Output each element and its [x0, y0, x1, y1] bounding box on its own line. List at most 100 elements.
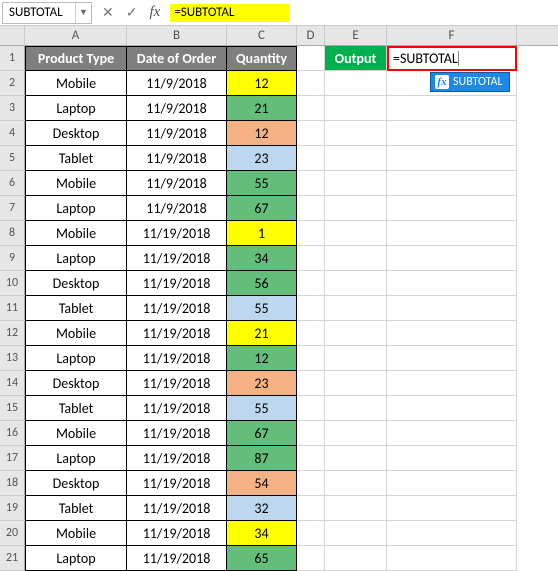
cell[interactable]: [387, 246, 517, 271]
cell[interactable]: [387, 321, 517, 346]
cell-quantity[interactable]: 21: [227, 96, 297, 121]
cell-quantity[interactable]: 55: [227, 296, 297, 321]
cell[interactable]: [297, 396, 325, 421]
cell-product-type[interactable]: Tablet: [25, 396, 127, 421]
cell[interactable]: [325, 446, 387, 471]
row-header[interactable]: 20: [0, 521, 25, 546]
cell-quantity[interactable]: 12: [227, 346, 297, 371]
cell-date-of-order[interactable]: 11/19/2018: [127, 221, 227, 246]
cell-quantity[interactable]: 12: [227, 71, 297, 96]
cell[interactable]: [325, 321, 387, 346]
col-header-F[interactable]: F: [387, 26, 517, 45]
fx-icon[interactable]: fx: [149, 4, 160, 21]
row-header[interactable]: 8: [0, 221, 25, 246]
cell-date-of-order[interactable]: 11/19/2018: [127, 496, 227, 521]
col-header-C[interactable]: C: [227, 26, 297, 45]
cell-product-type[interactable]: Laptop: [25, 346, 127, 371]
row-header[interactable]: 10: [0, 271, 25, 296]
cell[interactable]: [325, 146, 387, 171]
row-header[interactable]: 19: [0, 496, 25, 521]
cell-date-of-order[interactable]: 11/19/2018: [127, 446, 227, 471]
cell-product-type[interactable]: Laptop: [25, 96, 127, 121]
col-header-A[interactable]: A: [25, 26, 127, 45]
header-quantity[interactable]: Quantity: [227, 46, 297, 71]
row-header[interactable]: 4: [0, 121, 25, 146]
row-header[interactable]: 1: [0, 46, 25, 71]
cell[interactable]: [325, 546, 387, 571]
cell[interactable]: [387, 221, 517, 246]
cell-date-of-order[interactable]: 11/19/2018: [127, 421, 227, 446]
active-editing-cell[interactable]: =SUBTOTAL: [387, 46, 517, 71]
cell[interactable]: [325, 371, 387, 396]
cell[interactable]: [297, 121, 325, 146]
cell[interactable]: [387, 171, 517, 196]
cell-quantity[interactable]: 12: [227, 121, 297, 146]
cell-date-of-order[interactable]: 11/9/2018: [127, 146, 227, 171]
cell[interactable]: [325, 221, 387, 246]
cell[interactable]: [297, 221, 325, 246]
cell[interactable]: [325, 346, 387, 371]
header-date-of-order[interactable]: Date of Order: [127, 46, 227, 71]
cell[interactable]: [297, 446, 325, 471]
cell-product-type[interactable]: Tablet: [25, 146, 127, 171]
accept-icon[interactable]: ✓: [126, 4, 138, 21]
cell[interactable]: [297, 146, 325, 171]
row-header[interactable]: 9: [0, 246, 25, 271]
cell-date-of-order[interactable]: 11/19/2018: [127, 371, 227, 396]
cell[interactable]: [325, 521, 387, 546]
cell[interactable]: [297, 421, 325, 446]
cell[interactable]: [297, 371, 325, 396]
row-header[interactable]: 5: [0, 146, 25, 171]
cell[interactable]: [325, 196, 387, 221]
cell-quantity[interactable]: 65: [227, 546, 297, 571]
cell-quantity[interactable]: 87: [227, 446, 297, 471]
cell-quantity[interactable]: 67: [227, 421, 297, 446]
cell-date-of-order[interactable]: 11/9/2018: [127, 121, 227, 146]
cell[interactable]: [297, 96, 325, 121]
cell-product-type[interactable]: Laptop: [25, 546, 127, 571]
cell-product-type[interactable]: Mobile: [25, 171, 127, 196]
cell-date-of-order[interactable]: 11/9/2018: [127, 171, 227, 196]
cell-date-of-order[interactable]: 11/19/2018: [127, 546, 227, 571]
select-all-corner[interactable]: [0, 26, 25, 46]
cell[interactable]: [325, 296, 387, 321]
cell-product-type[interactable]: Tablet: [25, 296, 127, 321]
cell[interactable]: [297, 346, 325, 371]
col-header-B[interactable]: B: [127, 26, 227, 45]
cell-product-type[interactable]: Desktop: [25, 271, 127, 296]
cell[interactable]: [387, 146, 517, 171]
cell-date-of-order[interactable]: 11/19/2018: [127, 346, 227, 371]
cell-quantity[interactable]: 34: [227, 246, 297, 271]
cell-quantity[interactable]: 32: [227, 496, 297, 521]
cell-product-type[interactable]: Mobile: [25, 521, 127, 546]
row-header[interactable]: 17: [0, 446, 25, 471]
cell-product-type[interactable]: Tablet: [25, 496, 127, 521]
formula-suggestion-popup[interactable]: fx SUBTOTAL: [430, 72, 510, 92]
cell[interactable]: [387, 471, 517, 496]
cell[interactable]: [325, 171, 387, 196]
cell[interactable]: [297, 171, 325, 196]
cell[interactable]: [297, 321, 325, 346]
cell[interactable]: [325, 96, 387, 121]
cell[interactable]: [387, 96, 517, 121]
cell[interactable]: [325, 246, 387, 271]
row-header[interactable]: 21: [0, 546, 25, 571]
cell-product-type[interactable]: Mobile: [25, 221, 127, 246]
cell[interactable]: [387, 446, 517, 471]
output-label-cell[interactable]: Output: [325, 46, 387, 71]
cell-quantity[interactable]: 55: [227, 396, 297, 421]
row-header[interactable]: 14: [0, 371, 25, 396]
cell-quantity[interactable]: 34: [227, 521, 297, 546]
cell[interactable]: [325, 71, 387, 96]
cell[interactable]: [387, 521, 517, 546]
cell[interactable]: [297, 46, 325, 71]
cell-date-of-order[interactable]: 11/19/2018: [127, 521, 227, 546]
row-header[interactable]: 2: [0, 71, 25, 96]
cell[interactable]: [325, 471, 387, 496]
cell[interactable]: [297, 496, 325, 521]
cell[interactable]: [387, 346, 517, 371]
row-header[interactable]: 12: [0, 321, 25, 346]
cell[interactable]: [297, 271, 325, 296]
row-header[interactable]: 15: [0, 396, 25, 421]
row-header[interactable]: 11: [0, 296, 25, 321]
